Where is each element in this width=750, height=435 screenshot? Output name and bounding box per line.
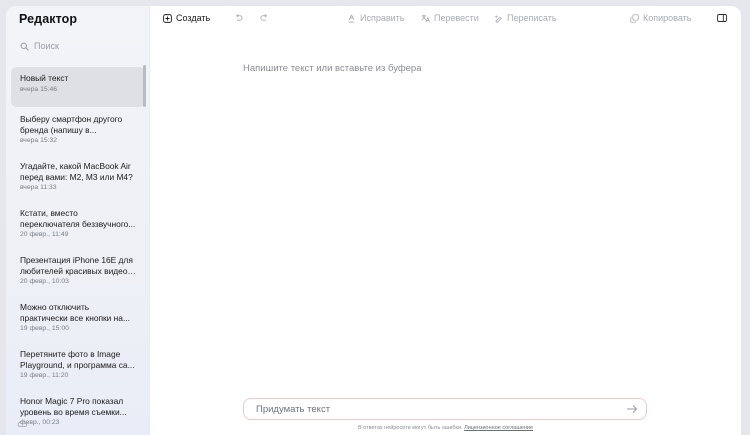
document-item[interactable]: Кстати, вместо переключателя беззвучного… (11, 202, 145, 248)
rewrite-icon (494, 14, 502, 23)
document-item[interactable]: Новый текст вчера 15:46 (11, 67, 145, 107)
fix-button[interactable]: Исправить (347, 13, 404, 23)
document-title: Honor Magic 7 Pro показал уровень во вре… (20, 396, 127, 417)
document-title: Угадайте, какой MacBook Air перед вами: … (20, 161, 133, 182)
document-item[interactable]: Honor Magic 7 Pro показал уровень во вре… (11, 390, 145, 435)
document-item[interactable]: Перетяните фото в Image Playground, и пр… (11, 343, 145, 389)
fix-icon (348, 14, 355, 23)
search-icon (20, 42, 29, 51)
sidebar-scrollbar[interactable] (143, 65, 146, 107)
editor-area: Создать Исправить Перевести Переписать К… (150, 6, 741, 435)
prompt-input[interactable] (254, 402, 626, 416)
document-item[interactable]: Можно отключить практически все кнопки н… (11, 296, 145, 342)
fix-label: Исправить (360, 13, 405, 23)
translate-icon (421, 14, 430, 22)
document-title: Перетяните фото в Image Playground, и пр… (20, 349, 135, 370)
editor-placeholder[interactable]: Напишите текст или вставьте из буфера (243, 63, 422, 74)
undo-button[interactable] (234, 13, 243, 22)
document-title: Кстати, вместо переключателя беззвучного… (20, 208, 136, 229)
document-date: 20 февр., 11:49 (20, 231, 69, 238)
app-title: Редактор (19, 12, 78, 26)
document-date: вчера 15:46 (20, 85, 58, 93)
prompt-box (243, 398, 647, 420)
document-date: 19 февр., 15:00 (20, 325, 69, 332)
create-label: Создать (176, 13, 211, 23)
redo-icon (260, 13, 267, 21)
document-date: 20 февр., 10:03 (20, 278, 69, 285)
redo-button[interactable] (260, 13, 269, 22)
document-title: Новый текст (20, 73, 69, 83)
toggle-panel-button[interactable] (717, 13, 727, 23)
plus-square-icon (163, 13, 172, 23)
send-arrow-icon[interactable] (626, 404, 638, 414)
search-field[interactable]: Поиск (20, 41, 59, 51)
document-item[interactable]: Выберу смартфон другого бренда (напишу в… (11, 108, 145, 154)
document-date: февр., 00:23 (20, 419, 60, 426)
document-list: Новый текст вчера 15:46 Выберу смартфон … (11, 67, 145, 435)
document-title: Выберу смартфон другого бренда (напишу в… (20, 114, 123, 135)
document-title: Можно отключить практически все кнопки н… (20, 302, 130, 323)
copy-button[interactable]: Копировать (630, 13, 691, 23)
document-item[interactable]: Угадайте, какой MacBook Air перед вами: … (11, 155, 145, 201)
translate-button[interactable]: Перевести (421, 13, 479, 23)
search-placeholder: Поиск (34, 41, 59, 51)
app-window: Редактор Поиск Новый текст вчера 15:46 В… (6, 6, 741, 435)
copy-label: Копировать (643, 13, 692, 23)
toolbar: Создать Исправить Перевести Переписать К… (150, 6, 741, 32)
rewrite-label: Переписать (507, 13, 557, 23)
sidebar-toggle-icon (717, 14, 727, 22)
disclaimer: В ответах нейросети могут быть ошибки. Л… (150, 425, 741, 431)
document-date: вчера 15:32 (20, 137, 58, 144)
license-link[interactable]: Лицензионное соглашение (464, 425, 533, 431)
create-button[interactable]: Создать (163, 13, 210, 23)
rewrite-button[interactable]: Переписать (494, 13, 557, 23)
document-date: вчера 11:33 (20, 184, 57, 191)
cloud-icon (17, 420, 27, 427)
translate-label: Перевести (434, 13, 479, 23)
sidebar: Редактор Поиск Новый текст вчера 15:46 В… (6, 6, 150, 435)
copy-icon (630, 13, 639, 23)
undo-icon (236, 13, 243, 21)
document-item[interactable]: Презентация iPhone 16E для любителей кра… (11, 249, 145, 295)
document-title: Презентация iPhone 16E для любителей кра… (20, 255, 133, 276)
document-date: 19 февр., 11:20 (20, 372, 69, 379)
disclaimer-text: В ответах нейросети могут быть ошибки. (357, 425, 463, 431)
